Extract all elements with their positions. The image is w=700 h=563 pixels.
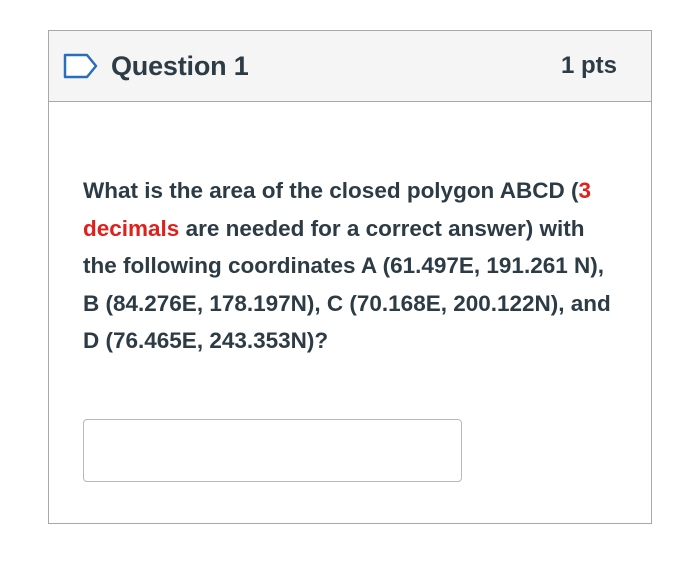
- answer-input[interactable]: [83, 418, 462, 482]
- question-title: Question 1: [111, 50, 249, 81]
- question-card: Question 1 1 pts What is the area of the…: [48, 30, 652, 524]
- question-text-part-1: What is the area of the closed polygon A…: [83, 178, 579, 203]
- flag-question-icon[interactable]: [63, 53, 99, 79]
- question-body: What is the area of the closed polygon A…: [49, 172, 651, 482]
- question-points: 1 pts: [560, 52, 617, 79]
- question-header: Question 1 1 pts: [49, 31, 651, 102]
- question-text: What is the area of the closed polygon A…: [83, 172, 623, 360]
